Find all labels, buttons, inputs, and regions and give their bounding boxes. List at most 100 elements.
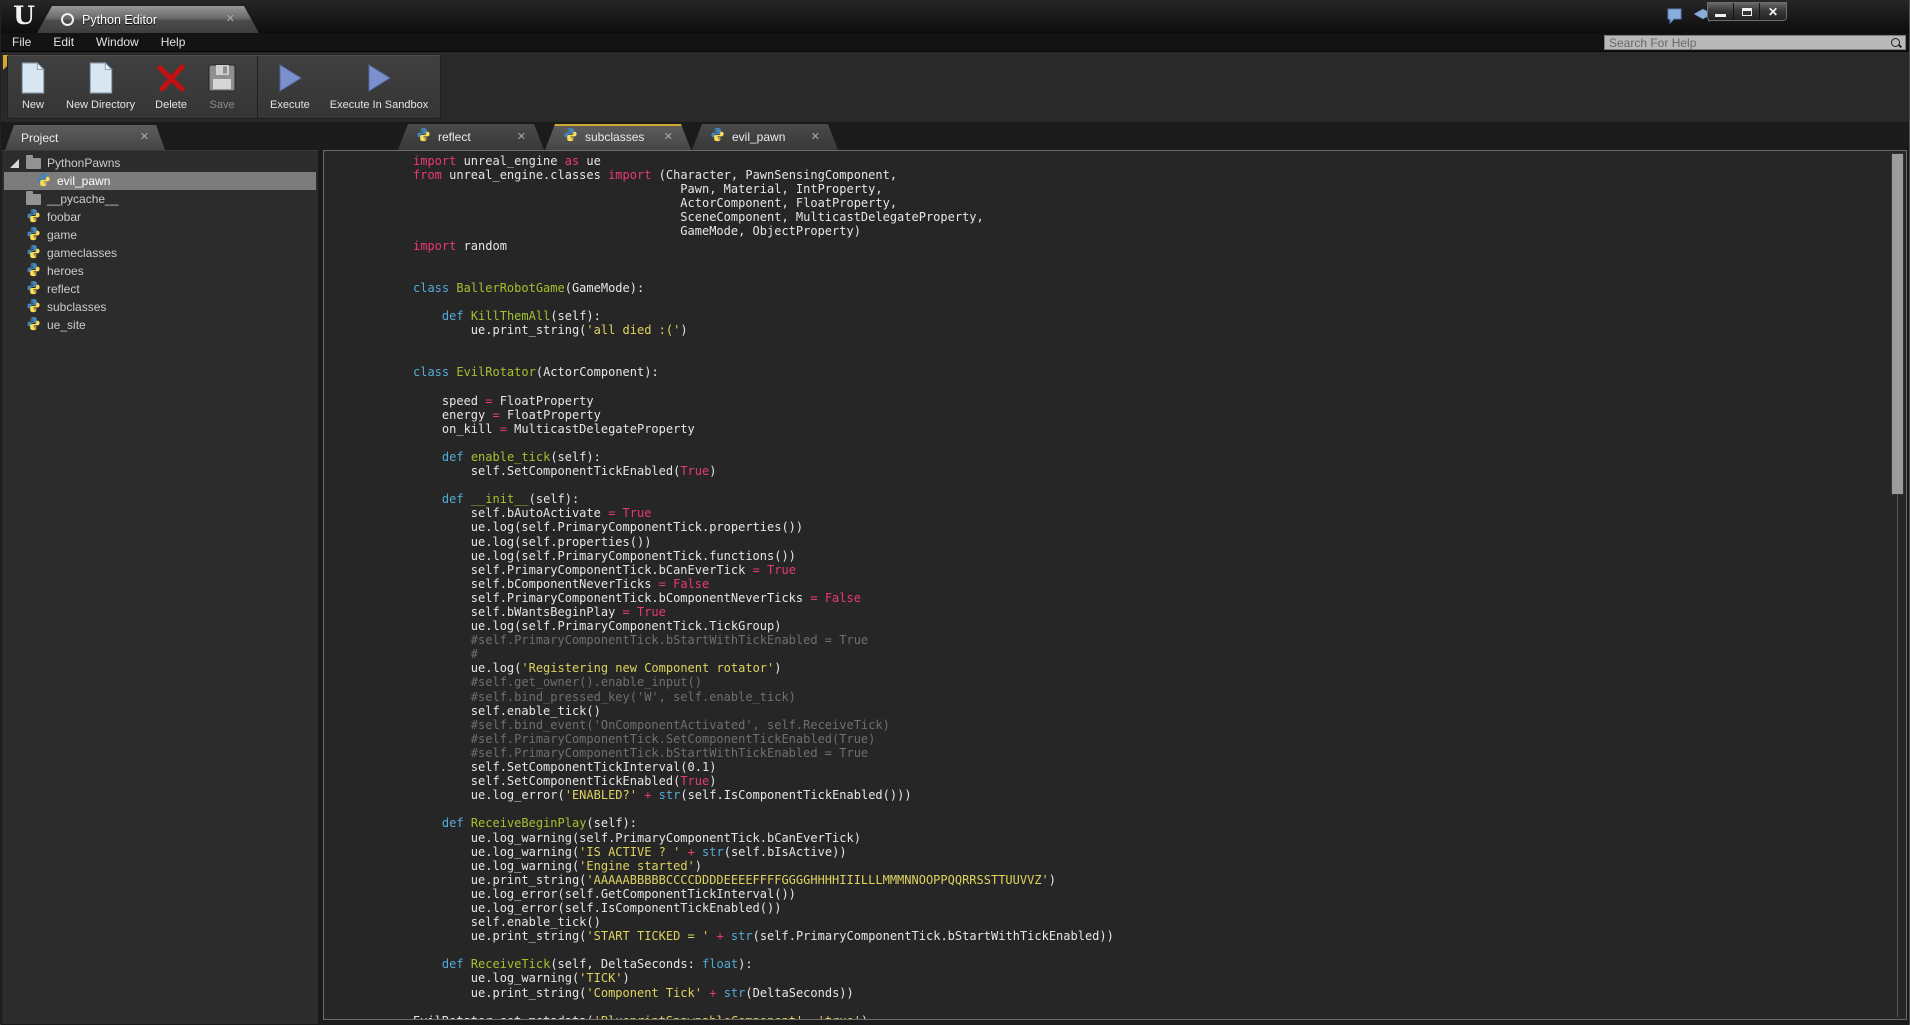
titlebar[interactable]: U Python Editor ✕ ✕: [1, 0, 1909, 33]
menu-file[interactable]: File: [1, 33, 42, 52]
tree-item-reflect[interactable]: reflect: [2, 280, 318, 298]
python-icon: [563, 127, 578, 147]
code-line: [413, 351, 1906, 365]
python-icon: [710, 127, 725, 147]
toolbar-button-new[interactable]: New: [20, 60, 46, 111]
code-text: import unreal_engine as uefrom unreal_en…: [324, 151, 1906, 1019]
tree-item-label: heroes: [47, 264, 84, 278]
toolbar-button-execute[interactable]: Execute: [270, 60, 310, 111]
code-line: def ReceiveTick(self, DeltaSeconds: floa…: [413, 957, 1906, 971]
editor-tab-label: evil_pawn: [732, 130, 804, 144]
help-search-box[interactable]: [1604, 35, 1906, 50]
toolbar: NewNew DirectoryDeleteSaveSave All Execu…: [1, 52, 1909, 122]
editor-tab-close-icon[interactable]: ✕: [517, 132, 526, 143]
tree-item-label: foobar: [47, 210, 81, 224]
menu-edit[interactable]: Edit: [42, 33, 85, 52]
toolbar-button-label: Save: [210, 99, 235, 111]
toolbar-button-execute-in-sandbox[interactable]: Execute In Sandbox: [330, 60, 428, 111]
tree-item-foobar[interactable]: foobar: [2, 208, 318, 226]
tree-item-heroes[interactable]: heroes: [2, 262, 318, 280]
close-button[interactable]: ✕: [1760, 3, 1786, 20]
tree-item-subclasses[interactable]: subclasses: [2, 298, 318, 316]
code-line: [413, 478, 1906, 492]
tree-item-pythonpawns[interactable]: PythonPawns: [2, 154, 318, 172]
editor-tab-close-icon[interactable]: ✕: [664, 132, 673, 143]
code-line: self.bComponentNeverTicks = False: [413, 577, 1906, 591]
tree-item-label: subclasses: [47, 300, 106, 314]
code-editor[interactable]: import unreal_engine as uefrom unreal_en…: [323, 150, 1907, 1020]
tree-item--pycache-[interactable]: __pycache__: [2, 190, 318, 208]
toolbar-button-label: Delete: [155, 99, 187, 111]
code-line: [413, 380, 1906, 394]
toolbar-button-label: Execute In Sandbox: [330, 99, 428, 111]
minimize-button[interactable]: [1708, 3, 1734, 20]
project-tab[interactable]: Project ✕: [5, 125, 165, 150]
code-line: ue.log_error('ENABLED?' + str(self.IsCom…: [413, 788, 1906, 802]
code-line: ue.log(self.PrimaryComponentTick.functio…: [413, 549, 1906, 563]
editor-tab-close-icon[interactable]: ✕: [811, 132, 820, 143]
code-line: self.bAutoActivate = True: [413, 506, 1906, 520]
code-line: SceneComponent, MulticastDelegatePropert…: [413, 210, 1906, 224]
code-line: self.bWantsBeginPlay = True: [413, 605, 1906, 619]
toolbar-button-delete[interactable]: Delete: [155, 60, 187, 111]
folder-icon: [26, 158, 41, 169]
maximize-icon: [1742, 8, 1752, 16]
code-line: ue.print_string('AAAAABBBBBCCCCDDDDEEEEF…: [413, 873, 1906, 887]
app-tab-python-editor[interactable]: Python Editor ✕: [37, 6, 259, 33]
python-icon: [26, 262, 41, 280]
code-line: [413, 943, 1906, 957]
menu-window[interactable]: Window: [85, 33, 150, 52]
code-line: #: [413, 647, 1906, 661]
code-line: [413, 1000, 1906, 1014]
toolbar-button-save: Save: [207, 60, 237, 111]
code-line: self.PrimaryComponentTick.bCanEverTick =…: [413, 563, 1906, 577]
window-controls: ✕: [1707, 2, 1787, 21]
project-tab-close-icon[interactable]: ✕: [140, 132, 149, 143]
code-line: Pawn, Material, IntProperty,: [413, 182, 1906, 196]
code-line: speed = FloatProperty: [413, 394, 1906, 408]
tree-item-game[interactable]: game: [2, 226, 318, 244]
toolbar-button-label: New: [22, 99, 44, 111]
code-line: self.PrimaryComponentTick.bComponentNeve…: [413, 591, 1906, 605]
code-line: ue.print_string('all died :('): [413, 323, 1906, 337]
app-tab-close-icon[interactable]: ✕: [226, 14, 235, 25]
tree-item-gameclasses[interactable]: gameclasses: [2, 244, 318, 262]
expand-arrow-icon[interactable]: [10, 159, 19, 168]
code-line: ue.log_warning('TICK'): [413, 971, 1906, 985]
code-line: ue.log_error(self.GetComponentTickInterv…: [413, 887, 1906, 901]
project-file-tree: PythonPawns evil_pawn __pycache__foobar gam…: [1, 150, 319, 1025]
code-line: #self.PrimaryComponentTick.bStartWithTic…: [413, 746, 1906, 760]
vertical-scrollbar[interactable]: [1891, 153, 1904, 1017]
code-line: from unreal_engine.classes import (Chara…: [413, 168, 1906, 182]
code-line: import unreal_engine as ue: [413, 154, 1906, 168]
editor-tab-subclasses[interactable]: subclasses✕: [545, 124, 691, 150]
editor-tab-evil-pawn[interactable]: evil_pawn ✕: [692, 124, 838, 150]
code-line: EvilRotator.set_metadata('BlueprintSpawn…: [413, 1014, 1906, 1020]
search-input[interactable]: [1605, 36, 1890, 50]
toolbar-button-new-directory[interactable]: New Directory: [66, 60, 135, 111]
tree-item-ue-site[interactable]: ue_site: [2, 316, 318, 334]
maximize-button[interactable]: [1734, 3, 1760, 20]
python-icon: [36, 172, 51, 190]
main-content: Project ✕ PythonPawns evil_pawn __pycache_…: [1, 122, 1909, 1025]
tree-item-label: __pycache__: [47, 192, 118, 206]
message-bubble-icon[interactable]: [1666, 8, 1683, 29]
code-line: #self.get_owner().enable_input(): [413, 675, 1906, 689]
menu-help[interactable]: Help: [150, 33, 197, 52]
code-line: def ReceiveBeginPlay(self):: [413, 816, 1906, 830]
toolbar-execute-group: Execute Execute In Sandbox: [257, 55, 441, 119]
editor-tab-reflect[interactable]: reflect✕: [398, 124, 544, 150]
toolbar-button-label: Execute: [270, 99, 310, 111]
code-line: [413, 253, 1906, 267]
new-file-icon: [88, 60, 114, 96]
tree-item-label: PythonPawns: [47, 156, 120, 170]
python-icon: [26, 316, 41, 334]
code-line: ue.print_string('Component Tick' + str(D…: [413, 986, 1906, 1000]
code-line: ue.log_warning(self.PrimaryComponentTick…: [413, 831, 1906, 845]
tree-item-evil-pawn[interactable]: evil_pawn: [4, 172, 316, 190]
code-line: [413, 337, 1906, 351]
python-editor-window: U Python Editor ✕ ✕ FileEditWindowHelp: [0, 0, 1910, 1025]
scrollbar-thumb[interactable]: [1891, 153, 1904, 495]
project-panel: Project ✕ PythonPawns evil_pawn __pycache_…: [1, 122, 319, 1025]
code-line: self.SetComponentTickEnabled(True): [413, 774, 1906, 788]
